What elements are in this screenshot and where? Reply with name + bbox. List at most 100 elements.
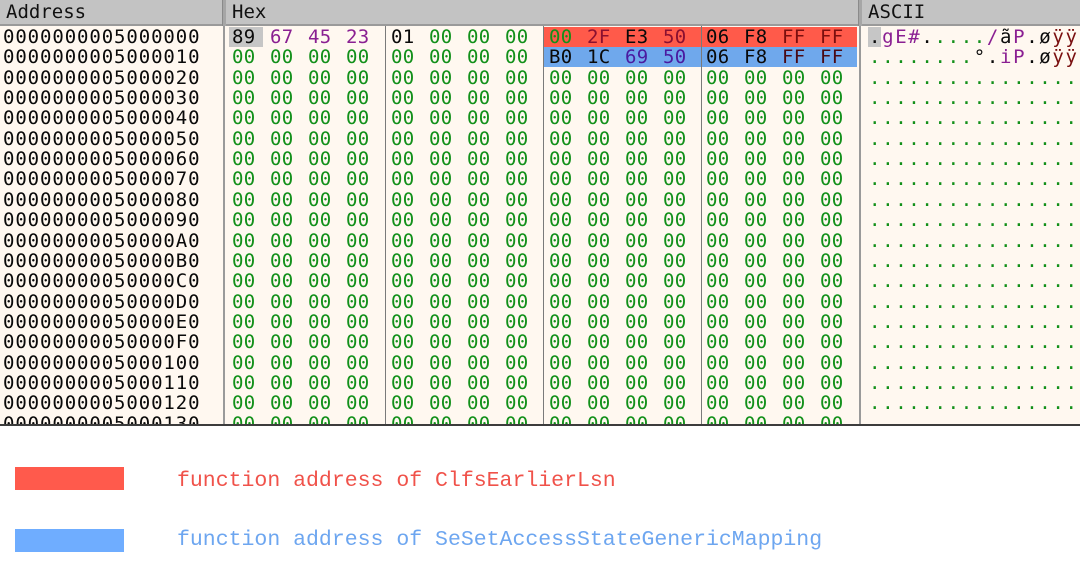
ascii-char[interactable]: . — [882, 210, 893, 230]
ascii-char[interactable]: . — [1039, 190, 1050, 210]
ascii-char[interactable]: . — [908, 169, 919, 189]
ascii-char[interactable]: . — [1039, 312, 1050, 332]
hex-byte[interactable]: 00 — [429, 210, 452, 230]
row-address[interactable]: 0000000005000090 — [3, 210, 200, 230]
ascii-char[interactable]: ø — [1039, 27, 1050, 47]
hex-byte[interactable]: FF — [782, 47, 805, 67]
ascii-char[interactable]: . — [1013, 190, 1024, 210]
hex-byte[interactable]: 00 — [820, 169, 843, 189]
hex-byte[interactable]: 01 — [391, 27, 414, 47]
hex-byte[interactable]: 00 — [706, 373, 729, 393]
hex-byte[interactable]: 00 — [232, 393, 255, 413]
ascii-char[interactable]: . — [908, 292, 919, 312]
ascii-char[interactable]: . — [908, 332, 919, 352]
ascii-char[interactable]: . — [908, 312, 919, 332]
hex-byte[interactable]: 00 — [467, 169, 490, 189]
hex-byte[interactable]: 00 — [663, 190, 686, 210]
hex-byte[interactable]: 00 — [625, 88, 648, 108]
hex-byte[interactable]: FF — [820, 27, 843, 47]
ascii-char[interactable]: . — [882, 251, 893, 271]
hex-byte[interactable]: 00 — [308, 414, 331, 424]
hex-byte[interactable]: 00 — [346, 414, 369, 424]
hex-byte[interactable]: 00 — [744, 271, 767, 291]
ascii-char[interactable]: . — [1026, 88, 1037, 108]
ascii-char[interactable]: . — [921, 292, 932, 312]
ascii-char[interactable]: . — [908, 129, 919, 149]
hex-byte[interactable]: 00 — [663, 251, 686, 271]
row-address[interactable]: 00000000050000A0 — [3, 231, 200, 251]
hex-byte[interactable]: 00 — [429, 312, 452, 332]
ascii-char[interactable]: . — [974, 292, 985, 312]
ascii-char[interactable]: . — [948, 312, 959, 332]
hex-byte[interactable]: 00 — [625, 251, 648, 271]
hex-byte[interactable]: 00 — [232, 149, 255, 169]
hex-byte[interactable]: 00 — [308, 312, 331, 332]
ascii-char[interactable]: . — [961, 292, 972, 312]
ascii-char[interactable]: . — [1013, 68, 1024, 88]
ascii-char[interactable]: . — [935, 47, 946, 67]
ascii-char[interactable]: . — [895, 414, 906, 424]
hex-byte[interactable]: 00 — [270, 169, 293, 189]
ascii-char[interactable]: . — [882, 292, 893, 312]
ascii-char[interactable]: . — [921, 27, 932, 47]
hex-byte[interactable]: 00 — [744, 169, 767, 189]
ascii-char[interactable]: . — [987, 231, 998, 251]
ascii-char[interactable]: . — [1052, 88, 1063, 108]
hex-byte[interactable]: 06 — [706, 47, 729, 67]
ascii-char[interactable]: . — [1052, 312, 1063, 332]
hex-byte[interactable]: 00 — [308, 210, 331, 230]
row-address[interactable]: 0000000005000080 — [3, 190, 200, 210]
row-address[interactable]: 0000000005000100 — [3, 353, 200, 373]
ascii-char[interactable]: . — [921, 68, 932, 88]
hex-byte[interactable]: 00 — [346, 149, 369, 169]
hex-byte[interactable]: 00 — [782, 210, 805, 230]
hex-byte[interactable]: 00 — [820, 210, 843, 230]
hex-byte[interactable]: 00 — [820, 149, 843, 169]
hex-byte[interactable]: 2F — [587, 27, 610, 47]
ascii-char[interactable]: . — [1039, 271, 1050, 291]
ascii-char[interactable]: / — [987, 27, 998, 47]
ascii-char[interactable]: . — [1013, 353, 1024, 373]
ascii-char[interactable]: . — [895, 88, 906, 108]
hex-byte[interactable]: 00 — [467, 292, 490, 312]
hex-byte[interactable]: 00 — [706, 108, 729, 128]
hex-byte[interactable]: 00 — [549, 190, 572, 210]
hex-byte[interactable]: 00 — [744, 414, 767, 424]
hex-byte[interactable]: 00 — [782, 312, 805, 332]
ascii-char[interactable]: . — [882, 231, 893, 251]
ascii-char[interactable]: . — [921, 353, 932, 373]
hex-byte[interactable]: 00 — [744, 231, 767, 251]
ascii-char[interactable]: . — [869, 210, 880, 230]
hex-byte[interactable]: 00 — [429, 393, 452, 413]
hex-byte[interactable]: 00 — [391, 312, 414, 332]
hex-byte[interactable]: 00 — [346, 292, 369, 312]
hex-byte[interactable]: 00 — [587, 393, 610, 413]
hex-byte[interactable]: 67 — [270, 27, 293, 47]
hex-byte[interactable]: 00 — [429, 271, 452, 291]
hex-byte[interactable]: 00 — [391, 210, 414, 230]
hex-byte[interactable]: 00 — [744, 68, 767, 88]
row-address[interactable]: 0000000005000020 — [3, 68, 200, 88]
ascii-char[interactable]: . — [948, 129, 959, 149]
hex-byte[interactable]: 00 — [706, 393, 729, 413]
hex-byte[interactable]: 00 — [663, 210, 686, 230]
hex-byte[interactable]: 00 — [625, 271, 648, 291]
ascii-char[interactable]: . — [974, 27, 985, 47]
hex-byte[interactable]: 00 — [549, 68, 572, 88]
ascii-char[interactable]: . — [869, 149, 880, 169]
hex-byte[interactable]: 00 — [505, 312, 528, 332]
ascii-char[interactable]: . — [1052, 393, 1063, 413]
hex-byte[interactable]: 00 — [549, 292, 572, 312]
ascii-char[interactable]: . — [895, 312, 906, 332]
hex-byte[interactable]: 00 — [706, 68, 729, 88]
ascii-char[interactable]: . — [1039, 393, 1050, 413]
ascii-char[interactable]: . — [895, 149, 906, 169]
hex-byte[interactable]: 45 — [308, 27, 331, 47]
hex-byte[interactable]: 00 — [391, 88, 414, 108]
ascii-char[interactable]: . — [869, 292, 880, 312]
ascii-char[interactable]: . — [987, 108, 998, 128]
ascii-char[interactable]: . — [1013, 292, 1024, 312]
ascii-char[interactable]: . — [1066, 353, 1077, 373]
hex-byte[interactable]: 00 — [587, 88, 610, 108]
ascii-char[interactable]: . — [1026, 47, 1037, 67]
